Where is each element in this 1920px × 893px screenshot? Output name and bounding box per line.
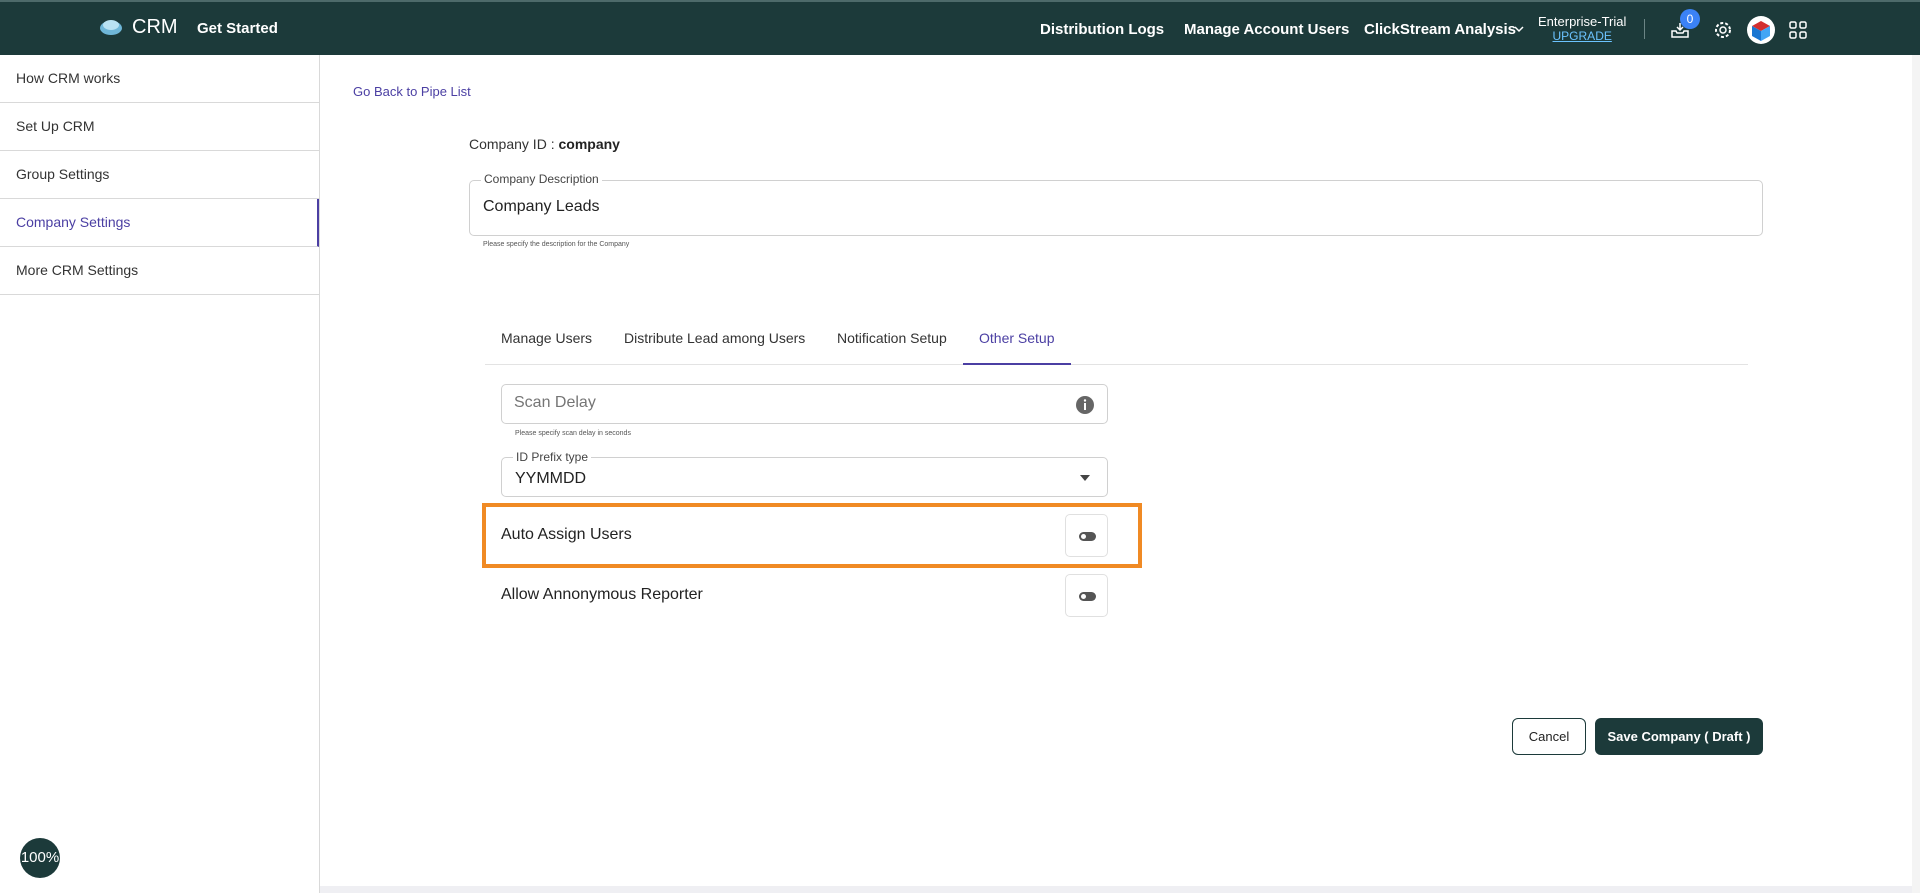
company-description-input[interactable] [483,198,1683,216]
manage-account-users-link[interactable]: Manage Account Users [1184,2,1349,57]
upgrade-link[interactable]: UPGRADE [1538,29,1626,44]
highlight-box [482,503,1142,568]
sidebar-item-set-up-crm[interactable]: Set Up CRM [0,103,319,151]
tab-other-setup[interactable]: Other Setup [963,317,1071,365]
chevron-down-icon[interactable] [1513,22,1525,36]
id-prefix-label: ID Prefix type [513,450,592,464]
zoom-level-badge[interactable]: 100% [20,838,60,878]
sidebar-item-group-settings[interactable]: Group Settings [0,151,319,199]
vertical-scrollbar[interactable] [1912,55,1920,893]
cancel-button[interactable]: Cancel [1512,718,1586,755]
brand[interactable]: CRM [98,14,178,40]
scan-delay-input[interactable] [514,394,1054,412]
distribution-logs-link[interactable]: Distribution Logs [1040,2,1164,57]
company-description-help: Please specify the description for the C… [483,241,630,248]
avatar-icon[interactable] [1746,15,1776,45]
horizontal-scrollbar[interactable] [320,886,1912,893]
allow-anonymous-reporter-label: Allow Annonymous Reporter [501,586,703,603]
gear-icon[interactable] [1712,19,1734,41]
tab-manage-users[interactable]: Manage Users [501,317,592,365]
settings-tabs: Manage Users Distribute Lead among Users… [485,317,1748,365]
dropdown-caret-icon[interactable] [1080,475,1090,481]
plan-name: Enterprise-Trial [1538,14,1627,29]
id-prefix-select[interactable] [501,457,1108,497]
top-navbar: CRM Get Started Distribution Logs Manage… [0,0,1920,55]
clickstream-analysis-link[interactable]: ClickStream Analysis [1364,2,1516,57]
info-icon[interactable] [1075,395,1095,415]
company-id-value: company [558,136,620,152]
sidebar-item-company-settings[interactable]: Company Settings [0,199,319,247]
sidebar-item-more-crm-settings[interactable]: More CRM Settings [0,247,319,295]
crm-logo-icon [100,20,122,35]
sidebar: How CRM works Set Up CRM Group Settings … [0,55,320,893]
company-id-label: Company ID : [469,136,555,152]
sidebar-item-how-crm-works[interactable]: How CRM works [0,55,319,103]
allow-anonymous-reporter-toggle[interactable] [1065,574,1108,617]
company-id: Company ID : company [469,136,620,152]
divider [1644,19,1645,39]
app-name: CRM [132,15,178,38]
save-company-draft-button[interactable]: Save Company ( Draft ) [1595,718,1763,755]
tab-notification-setup[interactable]: Notification Setup [837,317,947,365]
company-description-label: Company Description [481,172,602,186]
back-to-pipe-list-link[interactable]: Go Back to Pipe List [353,84,471,99]
plan-info: Enterprise-Trial UPGRADE [1538,14,1626,44]
notification-badge: 0 [1680,9,1700,29]
tab-distribute-lead[interactable]: Distribute Lead among Users [624,317,805,365]
scan-delay-help: Please specify scan delay in seconds [515,430,631,437]
toggle-switch-icon [1079,592,1096,601]
get-started-link[interactable]: Get Started [197,20,278,37]
id-prefix-value: YYMMDD [515,470,587,487]
apps-grid-icon[interactable] [1787,19,1809,41]
